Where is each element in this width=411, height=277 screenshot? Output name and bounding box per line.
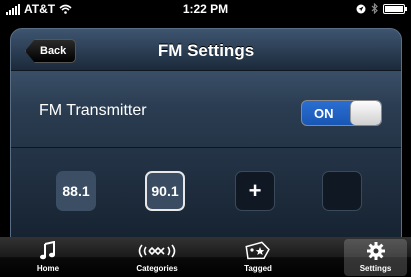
status-right — [356, 3, 407, 14]
status-bar: AT&T 1:22 PM — [0, 0, 411, 19]
tab-categories-label: Categories — [136, 264, 178, 273]
fm-transmitter-row: FM Transmitter ON — [11, 72, 401, 148]
tab-home[interactable]: Home — [0, 239, 96, 276]
bluetooth-icon — [371, 3, 378, 14]
station-presets: 88.1 90.1 + — [11, 149, 401, 247]
fm-transmitter-toggle[interactable]: ON — [301, 100, 382, 126]
fm-transmitter-label: FM Transmitter — [39, 102, 147, 119]
tab-tagged[interactable]: Tagged — [210, 239, 306, 276]
tab-settings-label: Settings — [359, 264, 392, 273]
tab-bar: Home Categories Tagged Settings — [0, 237, 411, 277]
empty-preset-slot[interactable] — [322, 171, 362, 211]
status-time: 1:22 PM — [182, 2, 229, 16]
navigation-bar: Back FM Settings — [11, 29, 401, 71]
tab-settings[interactable]: Settings — [344, 239, 407, 276]
tab-home-label: Home — [36, 264, 60, 273]
tab-categories[interactable]: Categories — [109, 239, 205, 276]
preset-button-1[interactable]: 88.1 — [56, 171, 96, 211]
gear-icon — [366, 239, 386, 263]
toggle-state-label: ON — [314, 106, 334, 121]
add-preset-button[interactable]: + — [235, 171, 275, 211]
preset-button-2-selected[interactable]: 90.1 — [145, 171, 185, 211]
toggle-knob — [350, 101, 381, 125]
settings-panel: Back FM Settings FM Transmitter ON 88.1 … — [10, 28, 402, 248]
music-note-icon — [40, 239, 56, 263]
tab-tagged-label: Tagged — [244, 264, 272, 273]
page-title: FM Settings — [157, 41, 255, 60]
location-icon — [356, 4, 366, 13]
battery-icon — [383, 3, 407, 14]
tag-icon — [245, 239, 271, 263]
broadcast-icon — [136, 239, 178, 263]
